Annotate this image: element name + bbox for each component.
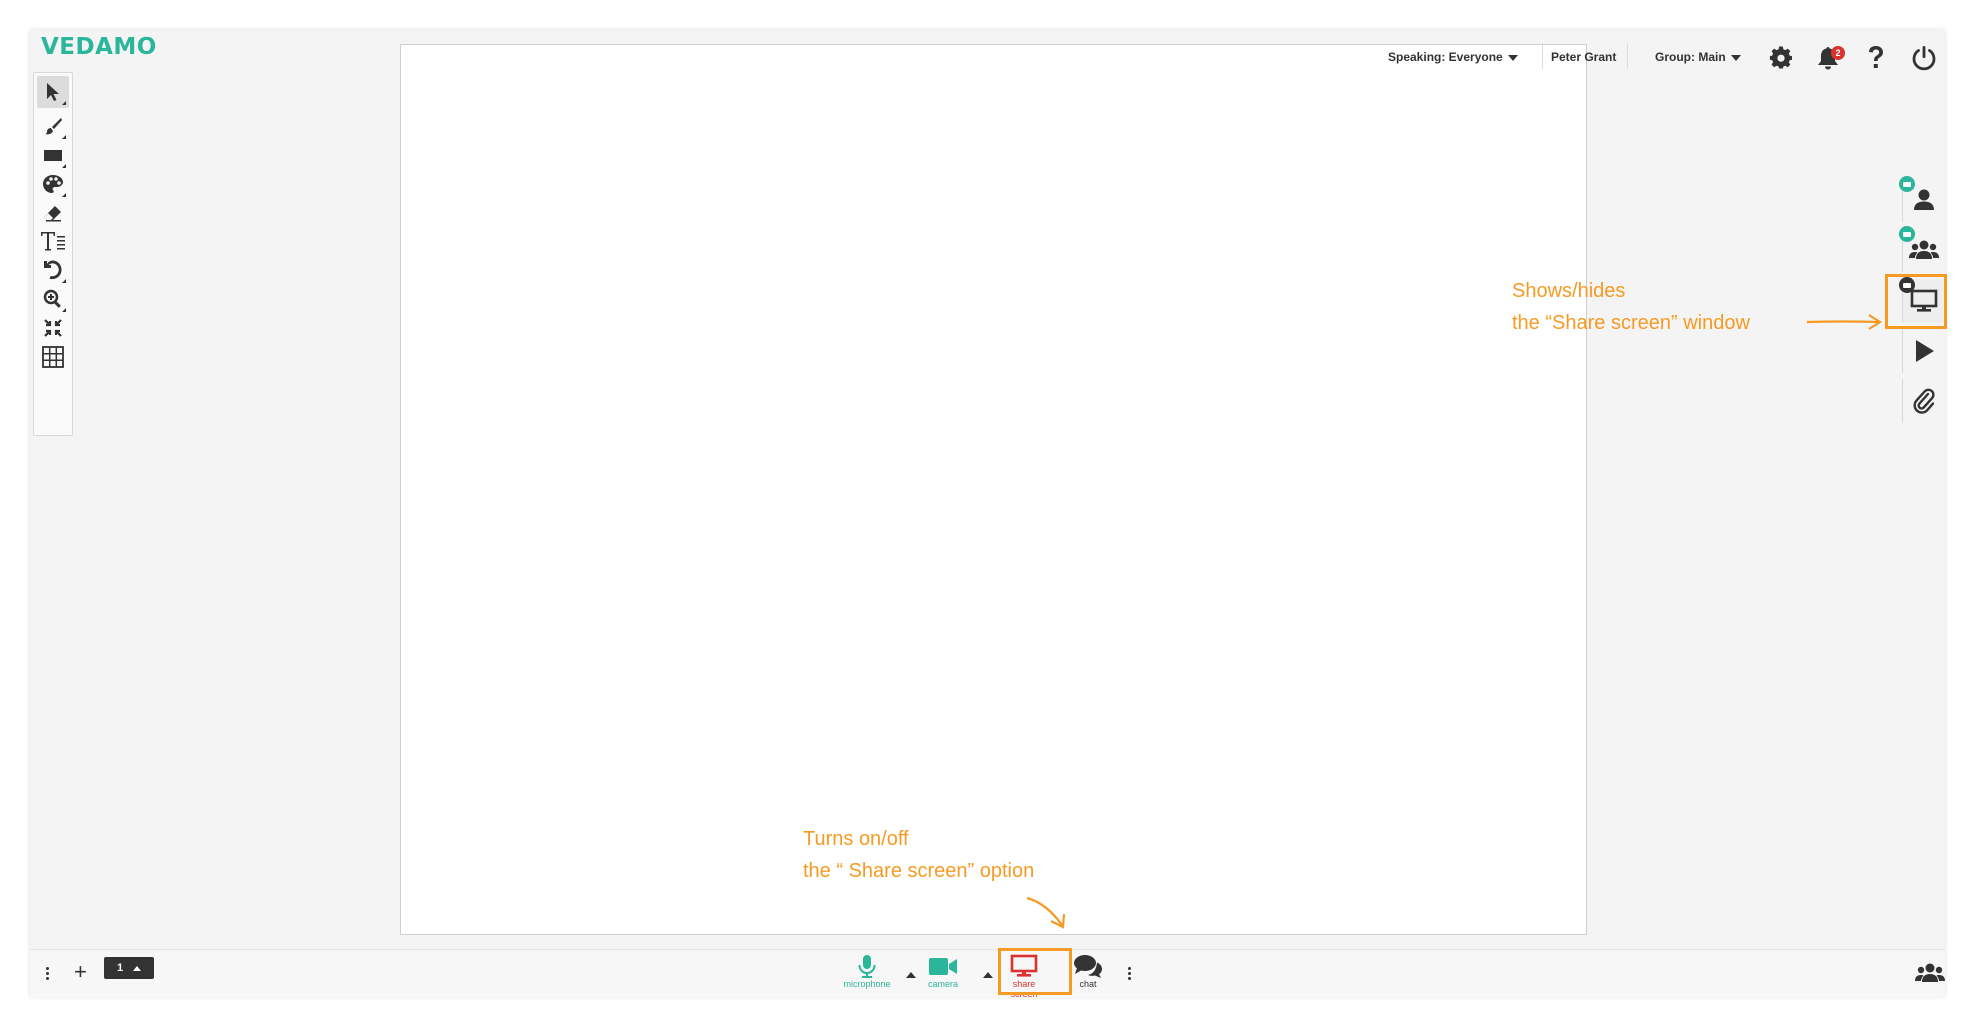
rectangle-icon [44,150,62,161]
bottom-bar: + 1 microphone camera share screen chat [30,949,1945,999]
zoom-tool[interactable] [37,283,69,315]
right-annotation-line1: Shows/hides [1512,280,1626,302]
group-label: Group: Main [1655,50,1726,64]
pen-tool[interactable] [37,110,69,142]
divider [1542,43,1543,69]
chat-button[interactable]: chat [1070,954,1106,994]
text-tool[interactable] [37,225,69,257]
camera-indicator-icon [1899,277,1915,293]
user-name: Peter Grant [1551,50,1617,64]
grid-icon [42,346,64,368]
participants-button[interactable] [1915,962,1945,984]
users-icon [1915,963,1945,982]
attachments-toggle[interactable] [1902,379,1945,423]
monitor-icon [1010,954,1038,977]
user-icon [1914,189,1934,210]
bottom-annotation: Turns on/off the “ Share screen” option [803,823,1034,887]
media-player-toggle[interactable] [1902,329,1945,373]
share-screen-label: share screen [1010,979,1038,999]
share-screen-window-toggle[interactable] [1899,277,1945,323]
fit-tool[interactable] [37,312,69,344]
grid-tool[interactable] [37,341,69,373]
page-selector[interactable]: 1 [104,957,154,979]
camera-indicator-icon [1899,226,1915,242]
pointer-icon [47,83,59,101]
speaking-dropdown[interactable]: Speaking: Everyone [1388,50,1518,64]
select-tool[interactable] [37,76,69,108]
compress-icon [44,319,62,337]
palette-icon [43,175,63,193]
power-button[interactable] [1910,44,1938,72]
color-tool[interactable] [37,168,69,200]
vedamo-logo: VEDAMO [41,34,157,60]
arrow-down-icon [1026,896,1066,929]
page-number: 1 [116,962,124,974]
whiteboard-canvas[interactable] [400,44,1587,935]
microphone-button[interactable]: microphone [841,954,893,994]
share-screen-button[interactable]: share screen [998,954,1050,999]
notification-badge: 2 [1831,46,1845,60]
right-annotation: Shows/hides the “Share screen” window [1512,275,1750,339]
microphone-label: microphone [843,979,891,989]
help-button[interactable] [1862,44,1890,72]
add-page-button[interactable]: + [74,960,87,984]
undo-icon [44,260,62,280]
participants-panel-toggle[interactable] [1899,176,1945,222]
microphone-icon [858,955,876,978]
more-options-button[interactable] [46,965,50,982]
video-camera-icon [929,958,957,975]
chevron-down-icon [1507,54,1518,61]
zoom-icon [43,289,61,308]
chat-bubbles-icon [1074,955,1102,978]
whiteboard-toolbar [33,72,73,436]
question-icon [1869,46,1883,68]
eraser-icon [44,206,61,222]
monitor-icon [1910,289,1938,312]
bottom-annotation-line2: the “ Share screen” option [803,860,1035,882]
chat-label: chat [1079,979,1097,989]
camera-indicator-icon [1899,176,1915,192]
microphone-options-caret[interactable] [906,972,916,978]
power-icon [1912,46,1936,71]
camera-label: camera [927,979,958,989]
users-icon [1909,240,1939,259]
text-icon [41,232,65,251]
brush-icon [45,118,62,135]
group-dropdown[interactable]: Group: Main [1655,50,1741,64]
play-icon [1916,340,1934,362]
undo-tool[interactable] [37,254,69,286]
groups-panel-toggle[interactable] [1899,226,1945,272]
notifications-button[interactable]: 2 [1814,44,1845,72]
more-media-options-button[interactable] [1128,965,1132,982]
paperclip-icon [1913,388,1935,414]
shape-tool[interactable] [37,139,69,171]
camera-button[interactable]: camera [917,954,969,994]
chevron-up-icon [133,965,142,971]
bottom-annotation-line1: Turns on/off [803,828,909,850]
settings-button[interactable] [1767,44,1795,72]
divider [1627,43,1628,69]
speaking-label: Speaking: Everyone [1388,50,1503,64]
right-annotation-line2: the “Share screen” window [1512,312,1750,334]
gear-icon [1769,46,1792,69]
arrow-right-icon [1806,314,1883,330]
chevron-down-icon [1730,54,1741,61]
camera-options-caret[interactable] [983,972,993,978]
